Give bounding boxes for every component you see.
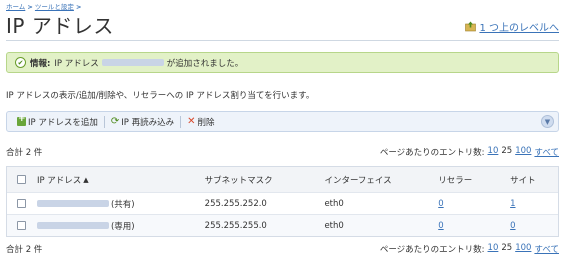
reload-ip-label: IP 再読み込み — [121, 117, 175, 128]
up-level-link[interactable]: 1 つ上のレベルへ — [465, 19, 559, 34]
ip-address-link[interactable] — [36, 200, 109, 207]
ip-address-table: IP アドレス ▲ サブネットマスク インターフェイス リセラー サイト (共有… — [6, 166, 559, 237]
column-resellers: リセラー — [438, 175, 473, 186]
check-icon: ✔ — [15, 57, 26, 68]
subnet-mask: 255.255.255.0 — [204, 220, 267, 231]
row-checkbox[interactable] — [17, 221, 27, 230]
folder-up-icon — [465, 21, 477, 32]
toolbar-divider — [103, 115, 105, 128]
column-ip-address[interactable]: IP アドレス ▲ — [37, 174, 205, 186]
info-suffix: が追加されました。 — [166, 58, 244, 69]
pager-option-all[interactable]: すべて — [534, 146, 559, 158]
up-level-label: 1 つ上のレベルへ — [479, 23, 559, 34]
select-all-checkbox[interactable] — [17, 175, 27, 184]
pager-label: ページあたりのエントリ数: — [379, 245, 485, 255]
table-row: (共有) 255.255.252.0 eth0 0 1 — [7, 192, 558, 214]
table-row: (専用) 255.255.255.0 eth0 0 0 — [7, 214, 558, 236]
ip-address-link[interactable] — [36, 222, 109, 229]
table-header: IP アドレス ▲ サブネットマスク インターフェイス リセラー サイト — [7, 167, 558, 192]
title-divider — [6, 40, 559, 41]
page-description: IP アドレスの表示/追加/削除や、リセラーへの IP アドレス割り当てを行いま… — [6, 91, 315, 101]
add-ip-icon — [17, 114, 26, 126]
resellers-count-link[interactable]: 0 — [438, 199, 443, 209]
interface: eth0 — [324, 198, 344, 209]
total-count-top: 合計 2 件 — [6, 148, 43, 158]
delete-icon: ✕ — [187, 116, 196, 127]
pager-option-100[interactable]: 100 — [515, 146, 531, 158]
pager-bottom: ページあたりのエントリ数: 10 25 100 すべて — [380, 243, 559, 255]
total-count-bottom: 合計 2 件 — [6, 245, 43, 255]
sites-count-link[interactable]: 1 — [510, 199, 515, 209]
page-title: IP アドレス — [6, 14, 114, 38]
pager-label: ページあたりのエントリ数: — [379, 148, 485, 158]
add-ip-label: IP アドレスを追加 — [28, 117, 98, 128]
column-subnet-mask: サブネットマスク — [204, 175, 273, 186]
pager-option-all[interactable]: すべて — [534, 243, 559, 255]
subnet-mask: 255.255.252.0 — [204, 198, 267, 209]
reload-icon: ⟳ — [110, 116, 120, 127]
column-ip-label: IP アドレス — [36, 175, 82, 186]
pager-option-25: 25 — [501, 146, 513, 156]
reload-ip-button[interactable]: ⟳ IP 再読み込み — [107, 116, 178, 128]
pager-option-10[interactable]: 10 — [488, 243, 499, 255]
chevron-down-icon[interactable]: ▼ — [541, 115, 554, 128]
add-ip-button[interactable]: IP アドレスを追加 — [13, 114, 102, 128]
row-checkbox[interactable] — [17, 199, 27, 208]
column-interface: インターフェイス — [324, 175, 392, 186]
sort-ascending-icon: ▲ — [83, 175, 89, 184]
resellers-count-link[interactable]: 0 — [438, 221, 443, 231]
ip-type: (共有) — [110, 199, 135, 210]
pager-top: ページあたりのエントリ数: 10 25 100 すべて — [380, 146, 559, 158]
delete-button[interactable]: ✕ 削除 — [183, 116, 218, 128]
sites-count-link[interactable]: 0 — [510, 221, 515, 231]
pager-option-100[interactable]: 100 — [515, 243, 531, 255]
info-label: 情報: — [30, 58, 51, 69]
info-message: ✔ 情報: IP アドレス が追加されました。 — [6, 52, 559, 73]
interface: eth0 — [324, 220, 344, 231]
delete-label: 削除 — [197, 117, 215, 128]
pager-option-10[interactable]: 10 — [488, 146, 499, 158]
ip-type: (専用) — [110, 221, 135, 232]
redacted-ip — [101, 59, 164, 66]
toolbar-divider — [180, 115, 182, 128]
pager-option-25: 25 — [501, 243, 513, 253]
info-prefix: IP アドレス — [54, 58, 99, 69]
column-sites: サイト — [510, 175, 536, 186]
toolbar: IP アドレスを追加 ⟳ IP 再読み込み ✕ 削除 ▼ — [6, 111, 559, 132]
